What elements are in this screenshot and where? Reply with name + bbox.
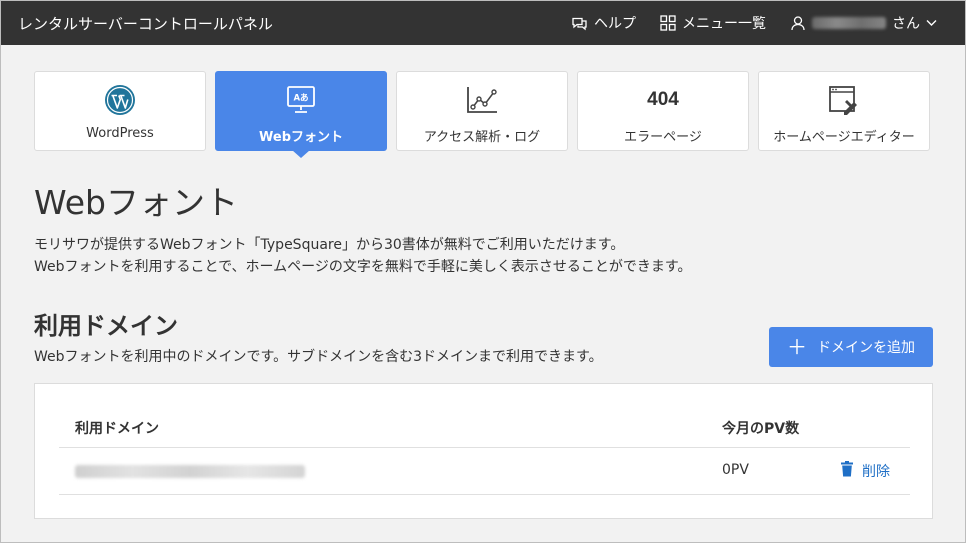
page-editor-icon	[827, 84, 861, 116]
help-link[interactable]: ヘルプ	[571, 13, 636, 33]
error-code-text: 404	[647, 89, 679, 110]
top-header: レンタルサーバーコントロールパネル ヘルプ メニュー一覧 さん	[1, 1, 965, 45]
help-label: ヘルプ	[594, 16, 636, 32]
error-404-icon: 404	[647, 84, 679, 116]
menu-list-link[interactable]: メニュー一覧	[660, 13, 766, 33]
service-tiles: WordPress Aあ Webフォント アクセス解析・ログ 404 エラーペー…	[34, 71, 930, 151]
tile-wordpress[interactable]: WordPress	[34, 71, 206, 151]
tile-webfont[interactable]: Aあ Webフォント	[215, 71, 387, 151]
table-header-row: 利用ドメイン 今月のPV数	[59, 408, 910, 448]
page-description: モリサワが提供するWebフォント「TypeSquare」から30書体が無料でご利…	[34, 234, 691, 278]
svg-text:Aあ: Aあ	[293, 94, 308, 104]
user-icon	[790, 15, 806, 31]
tile-label-webfont: Webフォント	[259, 130, 343, 145]
tile-error-page[interactable]: 404 エラーページ	[577, 71, 749, 151]
domain-table-panel: 利用ドメイン 今月のPV数 0PV 削除	[34, 383, 933, 519]
tile-label-page-editor: ホームページエディター	[773, 130, 915, 145]
column-header-pv: 今月のPV数	[722, 421, 800, 437]
chart-line-icon	[465, 84, 499, 116]
header-nav: ヘルプ メニュー一覧 さん	[571, 1, 937, 45]
chat-bubble-icon	[571, 16, 588, 31]
wordpress-icon	[104, 84, 136, 116]
trash-icon	[840, 461, 854, 481]
tile-label-wordpress: WordPress	[86, 126, 154, 141]
tile-label-access-log: アクセス解析・ログ	[423, 130, 541, 145]
delete-label: 削除	[862, 464, 890, 480]
user-suffix: さん	[892, 16, 920, 32]
description-line-2: Webフォントを利用することで、ホームページの文字を無料で手軽に美しく表示させる…	[34, 259, 692, 275]
tile-label-error-page: エラーページ	[624, 130, 702, 145]
webfont-icon: Aあ	[285, 84, 317, 116]
add-domain-label: ドメインを追加	[817, 340, 915, 356]
domain-table: 利用ドメイン 今月のPV数 0PV 削除	[59, 408, 910, 495]
description-line-1: モリサワが提供するWebフォント「TypeSquare」から30書体が無料でご利…	[34, 237, 625, 253]
column-header-domain: 利用ドメイン	[75, 421, 159, 437]
plus-icon: ＋	[787, 335, 807, 359]
page-title: Webフォント	[34, 183, 238, 222]
brand-title[interactable]: レンタルサーバーコントロールパネル	[18, 13, 273, 34]
section-description: Webフォントを利用中のドメインです。サブドメインを含む3ドメインまで利用できま…	[34, 349, 603, 365]
add-domain-button[interactable]: ＋ ドメインを追加	[769, 327, 933, 367]
tile-page-editor[interactable]: ホームページエディター	[758, 71, 930, 151]
grid-icon	[660, 15, 676, 31]
section-title-domains: 利用ドメイン	[34, 312, 178, 340]
delete-domain-link[interactable]: 削除	[840, 461, 890, 481]
user-name-redacted	[812, 17, 886, 29]
pv-count: 0PV	[722, 462, 749, 478]
user-menu[interactable]: さん	[790, 13, 937, 33]
tile-access-log[interactable]: アクセス解析・ログ	[396, 71, 568, 151]
chevron-down-icon	[926, 19, 937, 27]
table-row: 0PV 削除	[59, 448, 910, 495]
domain-name-redacted	[75, 465, 305, 478]
menu-list-label: メニュー一覧	[682, 16, 766, 32]
